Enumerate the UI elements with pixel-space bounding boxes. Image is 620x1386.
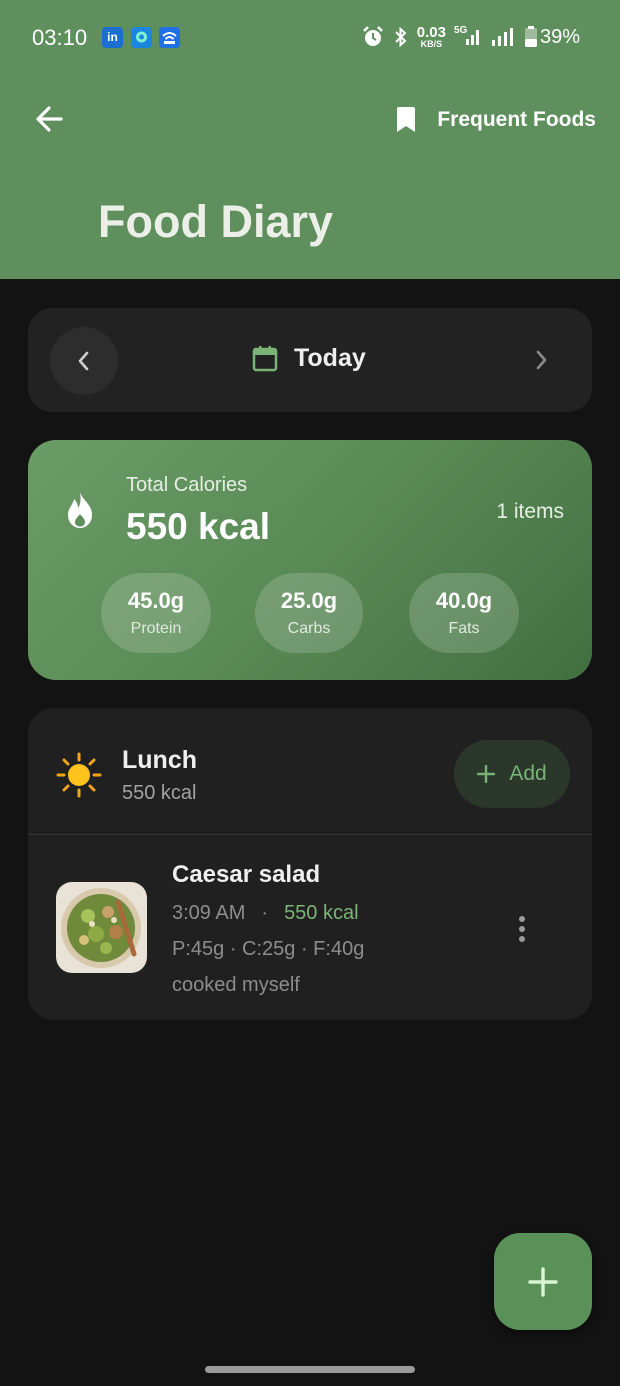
home-indicator[interactable] bbox=[205, 1366, 415, 1373]
add-label: Add bbox=[509, 762, 547, 785]
meal-kcal: 550 kcal bbox=[122, 782, 197, 804]
macro-value: 45.0g bbox=[127, 588, 185, 613]
back-button[interactable] bbox=[30, 100, 70, 140]
macro-value: 40.0g bbox=[435, 588, 493, 613]
frequent-foods-button[interactable]: Frequent Foods bbox=[395, 100, 596, 140]
net-rate: 0.03 KB/S bbox=[416, 24, 446, 49]
total-calories-value: 550 kcal bbox=[126, 506, 271, 547]
meal-name: Lunch bbox=[122, 746, 197, 774]
more-vert-icon bbox=[519, 916, 525, 922]
food-note: cooked myself bbox=[172, 974, 300, 996]
macro-label: Carbs bbox=[287, 620, 331, 637]
linkedin-icon: in bbox=[102, 27, 123, 48]
wifi-app-icon bbox=[159, 27, 180, 48]
alarm-icon bbox=[362, 26, 383, 46]
divider bbox=[28, 834, 592, 835]
food-time: 3:09 AM bbox=[172, 902, 246, 924]
chevron-left-icon bbox=[78, 351, 89, 371]
meta-separator: · bbox=[261, 902, 269, 924]
signal-icon bbox=[491, 28, 513, 46]
arrow-left-icon bbox=[36, 106, 63, 132]
food-macros: P:45g · C:25g · F:40g bbox=[172, 938, 365, 960]
macro-label: Protein bbox=[130, 620, 182, 637]
date-navigator: Today bbox=[28, 308, 592, 412]
battery-indicator: 39% bbox=[524, 25, 580, 49]
macro-protein: 45.0g Protein bbox=[101, 573, 211, 653]
next-day-button[interactable] bbox=[526, 344, 556, 376]
total-calories-label: Total Calories bbox=[126, 474, 248, 496]
macro-label: Fats bbox=[448, 620, 480, 637]
food-name: Caesar salad bbox=[172, 861, 321, 888]
more-options-button[interactable] bbox=[510, 914, 534, 944]
macro-value: 25.0g bbox=[280, 588, 338, 613]
food-meta: 3:09 AM · 550 kcal bbox=[172, 902, 359, 925]
bookmark-icon bbox=[397, 107, 416, 132]
meal-card-lunch: Lunch 550 kcal Add Caesar salad 3:09 AM … bbox=[28, 708, 592, 1020]
bluetooth-icon bbox=[395, 26, 407, 48]
signal-5g-icon: 5G bbox=[454, 25, 482, 49]
status-bar: 03:10 in 0.03 KB/S 5G 39% bbox=[0, 0, 620, 76]
previous-day-button[interactable] bbox=[50, 327, 118, 395]
app-header: 03:10 in 0.03 KB/S 5G 39% Frequent Foods… bbox=[0, 0, 620, 279]
chevron-right-icon bbox=[536, 350, 547, 370]
date-label: Today bbox=[294, 344, 366, 372]
add-food-button[interactable]: Add bbox=[454, 740, 570, 808]
calorie-summary-card: Total Calories 550 kcal 1 items 45.0g Pr… bbox=[28, 440, 592, 680]
items-count: 1 items bbox=[496, 500, 564, 523]
frequent-foods-label: Frequent Foods bbox=[437, 108, 596, 131]
food-kcal: 550 kcal bbox=[284, 902, 359, 924]
macro-fats: 40.0g Fats bbox=[409, 573, 519, 653]
calendar-icon bbox=[252, 345, 278, 371]
plus-icon bbox=[477, 765, 496, 783]
battery-icon bbox=[524, 26, 537, 47]
page-title: Food Diary bbox=[98, 196, 334, 247]
food-image bbox=[56, 882, 147, 973]
date-picker-button[interactable]: Today bbox=[252, 344, 366, 373]
chat-app-icon bbox=[131, 27, 152, 48]
macro-carbs: 25.0g Carbs bbox=[255, 573, 363, 653]
status-time: 03:10 bbox=[32, 25, 88, 50]
sun-icon bbox=[56, 752, 102, 798]
plus-icon bbox=[528, 1266, 558, 1297]
add-entry-fab[interactable] bbox=[494, 1233, 592, 1330]
flame-icon bbox=[68, 492, 92, 528]
status-icons: 0.03 KB/S 5G 39% bbox=[361, 22, 580, 52]
